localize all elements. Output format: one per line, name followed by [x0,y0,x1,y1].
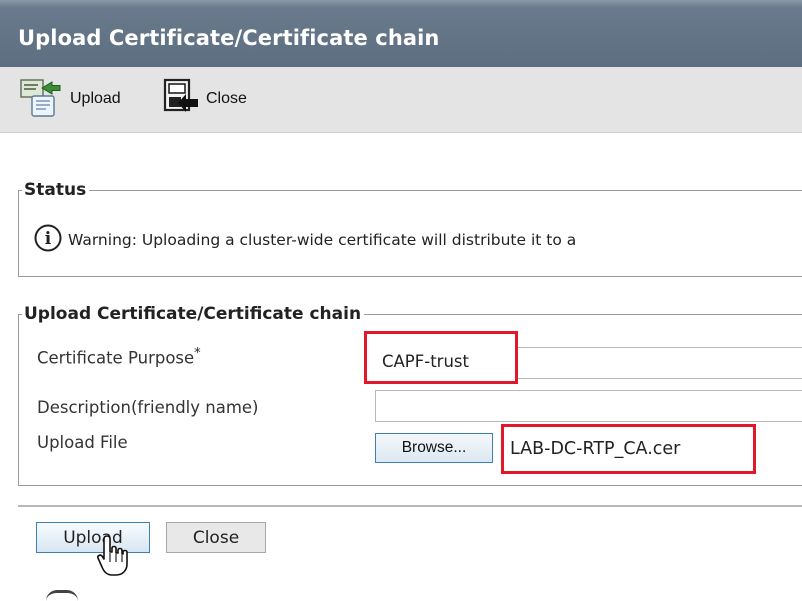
certificate-purpose-value: CAPF-trust [382,352,469,371]
toolbar-upload-label: Upload [70,90,121,107]
upload-section-legend: Upload Certificate/Certificate chain [24,304,362,324]
close-button[interactable]: Close [166,522,266,553]
status-message: Warning: Uploading a cluster-wide certif… [68,231,577,249]
description-input[interactable] [375,390,802,422]
toolbar: Upload Close [0,67,802,133]
svg-text:i: i [45,229,52,249]
divider [18,505,802,507]
required-marker: * [194,346,201,361]
browse-button[interactable]: Browse... [375,433,493,463]
upload-file-label: Upload File [37,433,128,452]
toolbar-close-label: Close [206,90,247,107]
certificate-purpose-label: Certificate Purpose* [37,346,201,368]
status-legend: Status [24,180,87,200]
close-icon [160,77,200,121]
hand-cursor-icon [96,534,130,582]
description-label: Description(friendly name) [37,398,259,417]
status-message-row: i Warning: Uploading a cluster-wide cert… [34,224,576,256]
certificate-purpose-label-text: Certificate Purpose [37,348,195,368]
selected-file-name: LAB-DC-RTP_CA.cer [510,439,681,459]
info-icon: i [34,224,62,256]
window-title: Upload Certificate/Certificate chain [18,26,440,50]
upload-button[interactable]: Upload [36,522,150,553]
toolbar-close-button[interactable]: Close [160,77,247,121]
upload-icon [18,76,64,122]
title-bar: Upload Certificate/Certificate chain [0,0,802,67]
toolbar-upload-button[interactable]: Upload [18,79,121,119]
